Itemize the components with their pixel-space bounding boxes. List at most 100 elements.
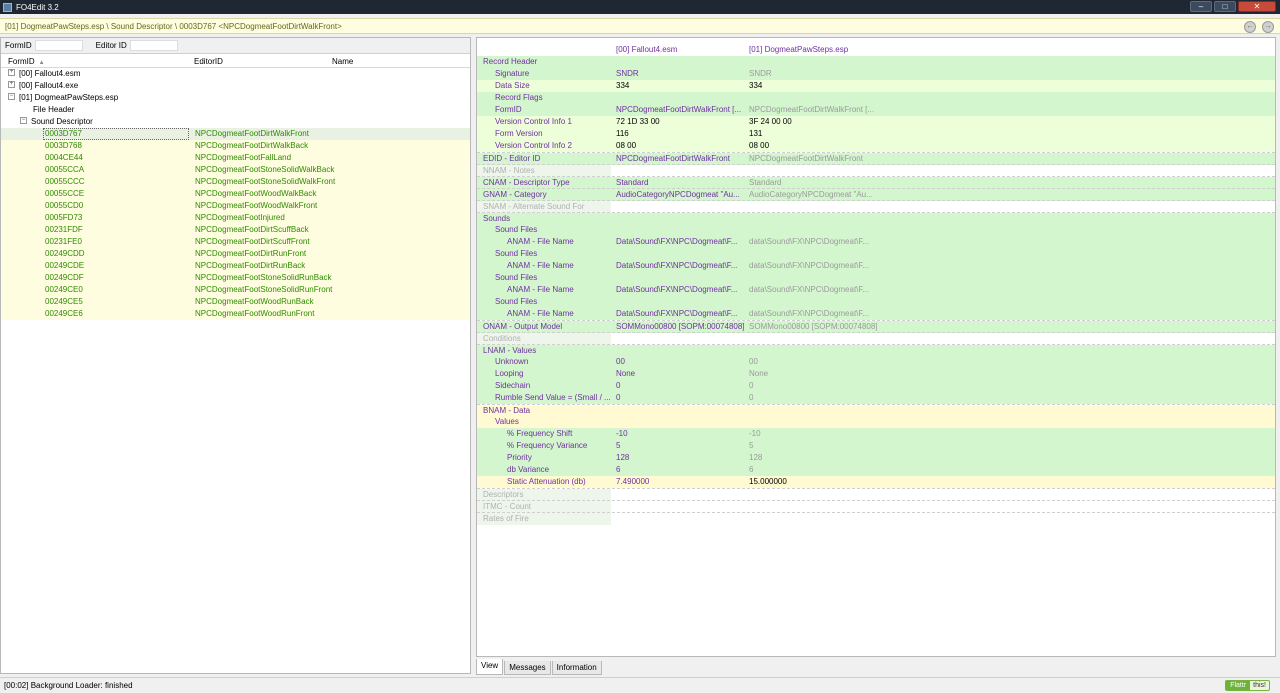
tree-record-row[interactable]: 00249CDD NPCDogmeatFootDirtRunFront <box>1 248 470 260</box>
tree-record-row[interactable]: 00055CCC NPCDogmeatFootStoneSolidWalkFron… <box>1 176 470 188</box>
value-dogmeatpawsteps-esp[interactable]: 5 <box>744 440 877 452</box>
tree-record-row[interactable]: 00249CE5 NPCDogmeatFootWoodRunBack <box>1 296 470 308</box>
record-field-row[interactable]: Sidechain 0 0 <box>477 380 1275 392</box>
value-dogmeatpawsteps-esp[interactable] <box>744 56 877 68</box>
tree-record-row[interactable]: 0004CE44 NPCDogmeatFootFallLand <box>1 152 470 164</box>
value-dogmeatpawsteps-esp[interactable] <box>744 92 877 104</box>
value-fallout4-esm[interactable]: 128 <box>611 452 744 464</box>
value-dogmeatpawsteps-esp[interactable]: 08 00 <box>744 140 877 152</box>
tree-record-row[interactable]: 0003D767 NPCDogmeatFootDirtWalkFront <box>1 128 470 140</box>
record-field-row[interactable]: Rates of Fire <box>477 512 1275 525</box>
record-field-row[interactable]: Values <box>477 416 1275 428</box>
editorid-filter-input[interactable] <box>129 40 178 51</box>
value-dogmeatpawsteps-esp[interactable]: 131 <box>744 128 877 140</box>
tree-record-row[interactable]: 00231FE0 NPCDogmeatFootDirtScuffFront <box>1 236 470 248</box>
value-fallout4-esm[interactable]: 6 <box>611 464 744 476</box>
collapse-icon[interactable]: − <box>20 117 27 125</box>
value-fallout4-esm[interactable]: 08 00 <box>611 140 744 152</box>
record-field-row[interactable]: Form Version 116 131 <box>477 128 1275 140</box>
value-fallout4-esm[interactable] <box>611 513 744 525</box>
value-fallout4-esm[interactable] <box>611 296 744 308</box>
record-field-row[interactable]: Conditions <box>477 332 1275 345</box>
tree-record-row[interactable]: 00249CDF NPCDogmeatFootStoneSolidRunBack <box>1 272 470 284</box>
value-fallout4-esm[interactable]: None <box>611 368 744 380</box>
record-field-row[interactable]: Descriptors <box>477 488 1275 501</box>
value-dogmeatpawsteps-esp[interactable]: 0 <box>744 392 877 404</box>
record-field-row[interactable]: Record Header <box>477 56 1275 68</box>
record-field-row[interactable]: Data Size 334 334 <box>477 80 1275 92</box>
value-dogmeatpawsteps-esp[interactable]: data\Sound\FX\NPC\Dogmeat\F... <box>744 236 877 248</box>
value-fallout4-esm[interactable] <box>611 416 744 428</box>
value-fallout4-esm[interactable]: Data\Sound\FX\NPC\Dogmeat\F... <box>611 284 744 296</box>
value-fallout4-esm[interactable]: 72 1D 33 00 <box>611 116 744 128</box>
record-field-row[interactable]: FormID NPCDogmeatFootDirtWalkFront [... NP… <box>477 104 1275 116</box>
back-arrow-icon[interactable]: ← <box>1244 21 1256 33</box>
record-field-row[interactable]: NNAM - Notes <box>477 164 1275 177</box>
tree-record-row[interactable]: 00249CE0 NPCDogmeatFootStoneSolidRunFront <box>1 284 470 296</box>
value-dogmeatpawsteps-esp[interactable]: data\Sound\FX\NPC\Dogmeat\F... <box>744 308 877 320</box>
record-field-row[interactable]: Unknown 00 00 <box>477 356 1275 368</box>
forward-arrow-icon[interactable]: → <box>1262 21 1274 33</box>
collapse-icon[interactable]: − <box>8 93 15 101</box>
record-field-row[interactable]: Sound Files <box>477 296 1275 308</box>
tab-information[interactable]: Information <box>551 661 602 675</box>
record-field-row[interactable]: EDID - Editor ID NPCDogmeatFootDirtWalkFr… <box>477 152 1275 165</box>
close-button[interactable]: ✕ <box>1238 1 1276 12</box>
maximize-button[interactable]: □ <box>1214 1 1236 12</box>
tree-record-row[interactable]: 00055CCA NPCDogmeatFootStoneSolidWalkBack <box>1 164 470 176</box>
record-field-row[interactable]: Static Attenuation (db) 7.490000 15.000000 <box>477 476 1275 488</box>
flattr-button[interactable]: Flattr this! <box>1225 680 1270 691</box>
record-field-row[interactable]: ANAM - File Name Data\Sound\FX\NPC\Dogmea… <box>477 260 1275 272</box>
record-field-row[interactable]: db Variance 6 6 <box>477 464 1275 476</box>
expand-icon[interactable]: + <box>8 69 15 77</box>
value-fallout4-esm[interactable]: 0 <box>611 392 744 404</box>
value-dogmeatpawsteps-esp[interactable]: 15.000000 <box>744 476 877 488</box>
value-fallout4-esm[interactable]: 0 <box>611 380 744 392</box>
tree-record-row[interactable]: 0003D768 NPCDogmeatFootDirtWalkBack <box>1 140 470 152</box>
value-fallout4-esm[interactable]: Data\Sound\FX\NPC\Dogmeat\F... <box>611 236 744 248</box>
value-dogmeatpawsteps-esp[interactable]: SNDR <box>744 68 877 80</box>
value-dogmeatpawsteps-esp[interactable]: 334 <box>744 80 877 92</box>
value-fallout4-esm[interactable]: 7.490000 <box>611 476 744 488</box>
tab-view[interactable]: View <box>476 659 504 675</box>
record-field-row[interactable]: BNAM - Data <box>477 404 1275 417</box>
column-header-name[interactable]: Name <box>332 57 353 66</box>
record-field-row[interactable]: CNAM - Descriptor Type Standard Standard <box>477 176 1275 189</box>
value-dogmeatpawsteps-esp[interactable] <box>744 416 877 428</box>
value-dogmeatpawsteps-esp[interactable] <box>744 272 877 284</box>
value-dogmeatpawsteps-esp[interactable]: -10 <box>744 428 877 440</box>
record-field-row[interactable]: Looping None None <box>477 368 1275 380</box>
record-field-row[interactable]: Signature SNDR SNDR <box>477 68 1275 80</box>
value-fallout4-esm[interactable]: SNDR <box>611 68 744 80</box>
value-dogmeatpawsteps-esp[interactable]: data\Sound\FX\NPC\Dogmeat\F... <box>744 284 877 296</box>
value-dogmeatpawsteps-esp[interactable] <box>744 296 877 308</box>
expand-icon[interactable]: + <box>8 81 15 89</box>
tree-record-row[interactable]: 00231FDF NPCDogmeatFootDirtScuffBack <box>1 224 470 236</box>
tree-record-row[interactable]: 0005FD73 NPCDogmeatFootInjured <box>1 212 470 224</box>
record-field-row[interactable]: Sound Files <box>477 272 1275 284</box>
tree-record-row[interactable]: 00055CCE NPCDogmeatFootWoodWalkBack <box>1 188 470 200</box>
value-fallout4-esm[interactable]: -10 <box>611 428 744 440</box>
value-dogmeatpawsteps-esp[interactable]: NPCDogmeatFootDirtWalkFront [... <box>744 104 877 116</box>
record-field-row[interactable]: ITMC - Count <box>477 500 1275 513</box>
value-dogmeatpawsteps-esp[interactable]: 3F 24 00 00 <box>744 116 877 128</box>
record-field-row[interactable]: Sounds <box>477 212 1275 225</box>
value-fallout4-esm[interactable]: 334 <box>611 80 744 92</box>
record-field-row[interactable]: Priority 128 128 <box>477 452 1275 464</box>
record-field-row[interactable]: % Frequency Shift -10 -10 <box>477 428 1275 440</box>
record-field-row[interactable]: GNAM - Category AudioCategoryNPCDogmeat "… <box>477 188 1275 201</box>
tree-record-row[interactable]: 00249CDE NPCDogmeatFootDirtRunBack <box>1 260 470 272</box>
tree-file-header-node[interactable]: File Header <box>1 104 470 116</box>
value-fallout4-esm[interactable]: Data\Sound\FX\NPC\Dogmeat\F... <box>611 308 744 320</box>
formid-filter-input[interactable] <box>34 40 83 51</box>
value-fallout4-esm[interactable] <box>611 224 744 236</box>
tree-file-node[interactable]: − [01] DogmeatPawSteps.esp <box>1 92 470 104</box>
tree-record-row[interactable]: 00055CD0 NPCDogmeatFootWoodWalkFront <box>1 200 470 212</box>
value-dogmeatpawsteps-esp[interactable]: 128 <box>744 452 877 464</box>
record-field-row[interactable]: Version Control Info 2 08 00 08 00 <box>477 140 1275 152</box>
value-fallout4-esm[interactable] <box>611 248 744 260</box>
record-field-row[interactable]: % Frequency Variance 5 5 <box>477 440 1275 452</box>
value-fallout4-esm[interactable]: 116 <box>611 128 744 140</box>
value-fallout4-esm[interactable] <box>611 56 744 68</box>
value-dogmeatpawsteps-esp[interactable] <box>744 248 877 260</box>
